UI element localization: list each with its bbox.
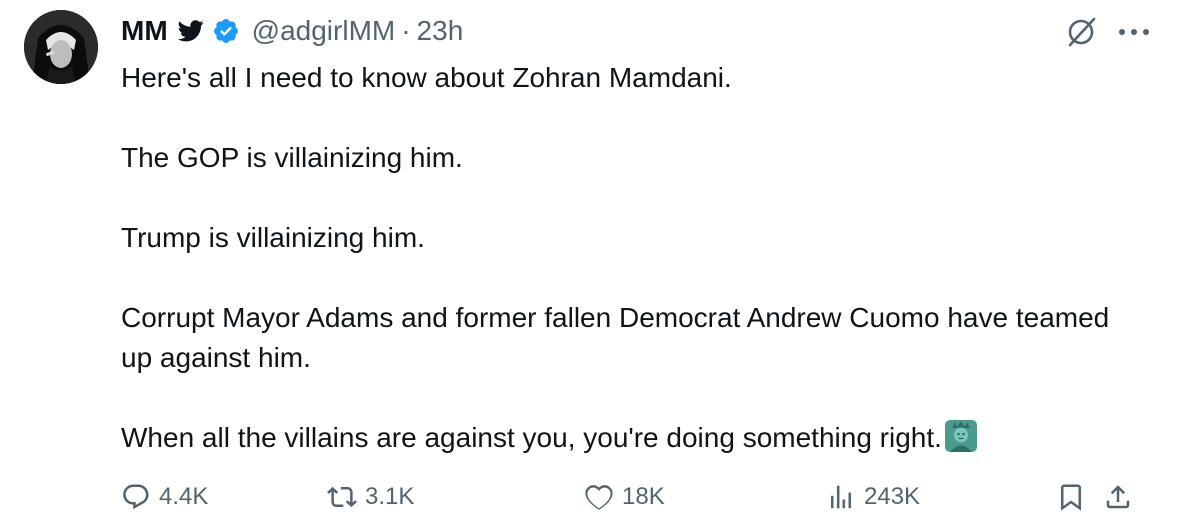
tweet-paragraph: Corrupt Mayor Adams and former fallen De… xyxy=(121,302,1110,373)
heart-icon xyxy=(585,485,613,510)
bird-icon xyxy=(177,20,204,42)
tweet: MM @adgirlMM · 23h Here's all I need to … xyxy=(0,0,1184,524)
retweet-count: 3.1K xyxy=(365,483,415,510)
reply-count: 4.4K xyxy=(159,483,209,510)
verified-badge-icon[interactable] xyxy=(212,17,240,45)
tweet-paragraph-text: When all the villains are against you, y… xyxy=(121,422,942,453)
timestamp[interactable]: 23h xyxy=(417,15,464,47)
tweet-paragraph: The GOP is villainizing him. xyxy=(121,142,463,173)
statue-of-liberty-icon xyxy=(944,419,978,464)
tweet-header: MM @adgirlMM · 23h xyxy=(121,12,463,50)
separator-dot: · xyxy=(401,15,411,46)
like-count: 18K xyxy=(622,483,665,510)
action-bar: 4.4K 3.1K 18K 243K xyxy=(121,477,1161,517)
bookmark-icon xyxy=(1061,484,1081,511)
views-icon xyxy=(831,485,851,509)
views-button[interactable]: 243K xyxy=(826,477,920,517)
author-name[interactable]: MM xyxy=(121,15,168,47)
retweet-button[interactable]: 3.1K xyxy=(327,477,414,517)
reply-icon xyxy=(123,484,149,510)
bookmark-button[interactable] xyxy=(1056,477,1094,517)
grok-icon[interactable] xyxy=(1064,15,1098,54)
views-count: 243K xyxy=(864,483,921,510)
tweet-paragraph-last: When all the villains are against you, y… xyxy=(121,418,1141,464)
more-icon[interactable] xyxy=(1114,22,1154,47)
tweet-paragraph: Here's all I need to know about Zohran M… xyxy=(121,62,732,93)
reply-button[interactable]: 4.4K xyxy=(121,477,208,517)
tweet-text: Here's all I need to know about Zohran M… xyxy=(121,58,1141,464)
avatar[interactable] xyxy=(24,10,98,84)
share-icon xyxy=(1106,485,1130,509)
tweet-paragraph: Trump is villainizing him. xyxy=(121,222,425,253)
share-button[interactable] xyxy=(1103,477,1141,517)
retweet-icon xyxy=(327,486,357,508)
like-button[interactable]: 18K xyxy=(584,477,665,517)
author-handle[interactable]: @adgirlMM xyxy=(252,15,396,47)
